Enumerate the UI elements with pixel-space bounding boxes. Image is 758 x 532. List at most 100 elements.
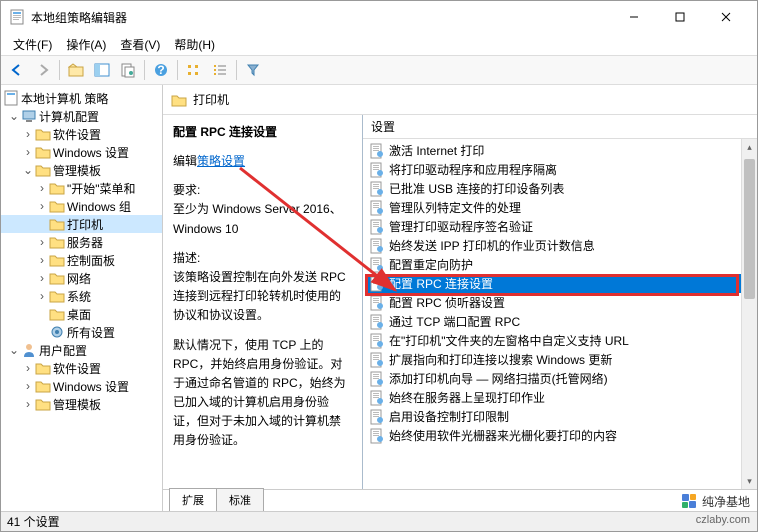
expand-icon[interactable]: › <box>35 235 49 249</box>
policy-item-icon <box>369 200 385 216</box>
nav-tree[interactable]: 本地计算机 策略 ⌄ 计算机配置 › 软件设置 › Windows 设置 ⌄ 管… <box>1 85 163 511</box>
view-list-button[interactable] <box>182 58 206 82</box>
minimize-button[interactable] <box>611 2 657 32</box>
show-hide-tree-button[interactable] <box>90 58 114 82</box>
tree-windows-settings-2[interactable]: › Windows 设置 <box>1 377 162 395</box>
tree-admin-templates-2[interactable]: › 管理模板 <box>1 395 162 413</box>
tree-root[interactable]: 本地计算机 策略 <box>1 89 162 107</box>
list-item[interactable]: 配置重定向防护 <box>365 255 755 274</box>
properties-button[interactable] <box>116 58 140 82</box>
filter-button[interactable] <box>241 58 265 82</box>
maximize-button[interactable] <box>657 2 703 32</box>
scrollbar-thumb[interactable] <box>744 159 755 299</box>
list-item[interactable]: 扩展指向和打印连接以搜索 Windows 更新 <box>365 350 755 369</box>
list-item[interactable]: 启用设备控制打印限制 <box>365 407 755 426</box>
policy-item-icon <box>369 257 385 273</box>
tree-label: 计算机配置 <box>39 108 99 125</box>
content-header-title: 打印机 <box>193 91 229 108</box>
expand-icon[interactable]: › <box>35 271 49 285</box>
list-item-label: 配置重定向防护 <box>389 256 473 273</box>
scroll-up-icon[interactable]: ▴ <box>742 139 757 155</box>
policy-icon <box>3 90 19 106</box>
up-button[interactable] <box>64 58 88 82</box>
list-item[interactable]: 通过 TCP 端口配置 RPC <box>365 312 755 331</box>
folder-icon <box>35 162 51 178</box>
list-item-label: 添加打印机向导 — 网络扫描页(托管网络) <box>389 370 608 387</box>
tree-all-settings[interactable]: 所有设置 <box>1 323 162 341</box>
list-item[interactable]: 将打印驱动程序和应用程序隔离 <box>365 160 755 179</box>
view-details-button[interactable] <box>208 58 232 82</box>
tab-standard[interactable]: 标准 <box>216 488 264 511</box>
list-item[interactable]: 管理打印驱动程序签名验证 <box>365 217 755 236</box>
requirements-text: 至少为 Windows Server 2016、Windows 10 <box>173 200 352 238</box>
menu-help[interactable]: 帮助(H) <box>168 34 221 55</box>
tree-software-settings-2[interactable]: › 软件设置 <box>1 359 162 377</box>
expand-icon[interactable]: › <box>21 379 35 393</box>
list-item[interactable]: 在"打印机"文件夹的左窗格中自定义支持 URL <box>365 331 755 350</box>
tree-printers[interactable]: 打印机 <box>1 215 162 233</box>
list-item[interactable]: 管理队列特定文件的处理 <box>365 198 755 217</box>
tree-label: Windows 设置 <box>53 144 129 161</box>
expand-icon[interactable]: › <box>21 361 35 375</box>
scroll-down-icon[interactable]: ▾ <box>742 473 757 489</box>
expand-icon[interactable]: › <box>35 199 49 213</box>
edit-policy-link[interactable]: 策略设置 <box>197 154 245 168</box>
tree-servers[interactable]: › 服务器 <box>1 233 162 251</box>
close-button[interactable] <box>703 2 749 32</box>
policy-item-icon <box>369 409 385 425</box>
tree-label: 服务器 <box>67 234 103 251</box>
tree-windows-components[interactable]: › Windows 组 <box>1 197 162 215</box>
tree-user-config[interactable]: ⌄ 用户配置 <box>1 341 162 359</box>
menu-action[interactable]: 操作(A) <box>60 34 112 55</box>
tree-desktop[interactable]: 桌面 <box>1 305 162 323</box>
forward-button[interactable] <box>31 58 55 82</box>
list-body[interactable]: 激活 Internet 打印将打印驱动程序和应用程序隔离已批准 USB 连接的打… <box>363 139 757 489</box>
vertical-scrollbar[interactable]: ▴ ▾ <box>741 139 757 489</box>
expand-icon[interactable]: › <box>35 289 49 303</box>
expand-icon[interactable]: › <box>21 127 35 141</box>
list-item[interactable]: 始终发送 IPP 打印机的作业页计数信息 <box>365 236 755 255</box>
help-button[interactable]: ? <box>149 58 173 82</box>
menu-view[interactable]: 查看(V) <box>114 34 166 55</box>
list-item[interactable]: 始终在服务器上呈现打印作业 <box>365 388 755 407</box>
policy-item-icon <box>369 162 385 178</box>
collapse-icon[interactable]: ⌄ <box>7 109 21 123</box>
list-item[interactable]: 激活 Internet 打印 <box>365 141 755 160</box>
expand-icon[interactable]: › <box>35 253 49 267</box>
description-label: 描述: <box>173 249 352 268</box>
policy-item-icon <box>369 371 385 387</box>
list-item[interactable]: 配置 RPC 侦听器设置 <box>365 293 755 312</box>
menu-file[interactable]: 文件(F) <box>7 34 58 55</box>
toolbar-separator <box>59 60 60 80</box>
toolbar-separator <box>177 60 178 80</box>
tree-software-settings[interactable]: › 软件设置 <box>1 125 162 143</box>
collapse-icon[interactable]: ⌄ <box>7 343 21 357</box>
expand-icon[interactable]: › <box>21 397 35 411</box>
tree-system[interactable]: › 系统 <box>1 287 162 305</box>
list-item[interactable]: 始终使用软件光栅器来光栅化要打印的内容 <box>365 426 755 445</box>
list-column-header[interactable]: 设置 <box>363 115 757 139</box>
list-item-label: 将打印驱动程序和应用程序隔离 <box>389 161 557 178</box>
toolbar-separator <box>236 60 237 80</box>
settings-list: 设置 激活 Internet 打印将打印驱动程序和应用程序隔离已批准 USB 连… <box>363 115 757 489</box>
expand-icon[interactable]: › <box>21 145 35 159</box>
list-item[interactable]: 已批准 USB 连接的打印设备列表 <box>365 179 755 198</box>
folder-icon <box>35 360 51 376</box>
collapse-icon[interactable]: ⌄ <box>21 163 35 177</box>
title-bar: 本地组策略编辑器 <box>1 1 757 33</box>
description-text-2: 默认情况下，使用 TCP 上的 RPC，并始终启用身份验证。对于通过命名管道的 … <box>173 336 352 451</box>
description-text-1: 该策略设置控制在向外发送 RPC 连接到远程打印轮转机时使用的协议和协议设置。 <box>173 268 352 326</box>
list-item[interactable]: 配置 RPC 连接设置 <box>365 274 755 293</box>
list-item[interactable]: 添加打印机向导 — 网络扫描页(托管网络) <box>365 369 755 388</box>
tree-admin-templates[interactable]: ⌄ 管理模板 <box>1 161 162 179</box>
tree-control-panel[interactable]: › 控制面板 <box>1 251 162 269</box>
expand-icon[interactable]: › <box>35 181 49 195</box>
tree-computer-config[interactable]: ⌄ 计算机配置 <box>1 107 162 125</box>
tab-extended[interactable]: 扩展 <box>169 488 217 511</box>
tree-label: 软件设置 <box>53 360 101 377</box>
tree-start-menu[interactable]: › "开始"菜单和 <box>1 179 162 197</box>
policy-item-icon <box>369 295 385 311</box>
tree-network[interactable]: › 网络 <box>1 269 162 287</box>
tree-windows-settings[interactable]: › Windows 设置 <box>1 143 162 161</box>
back-button[interactable] <box>5 58 29 82</box>
